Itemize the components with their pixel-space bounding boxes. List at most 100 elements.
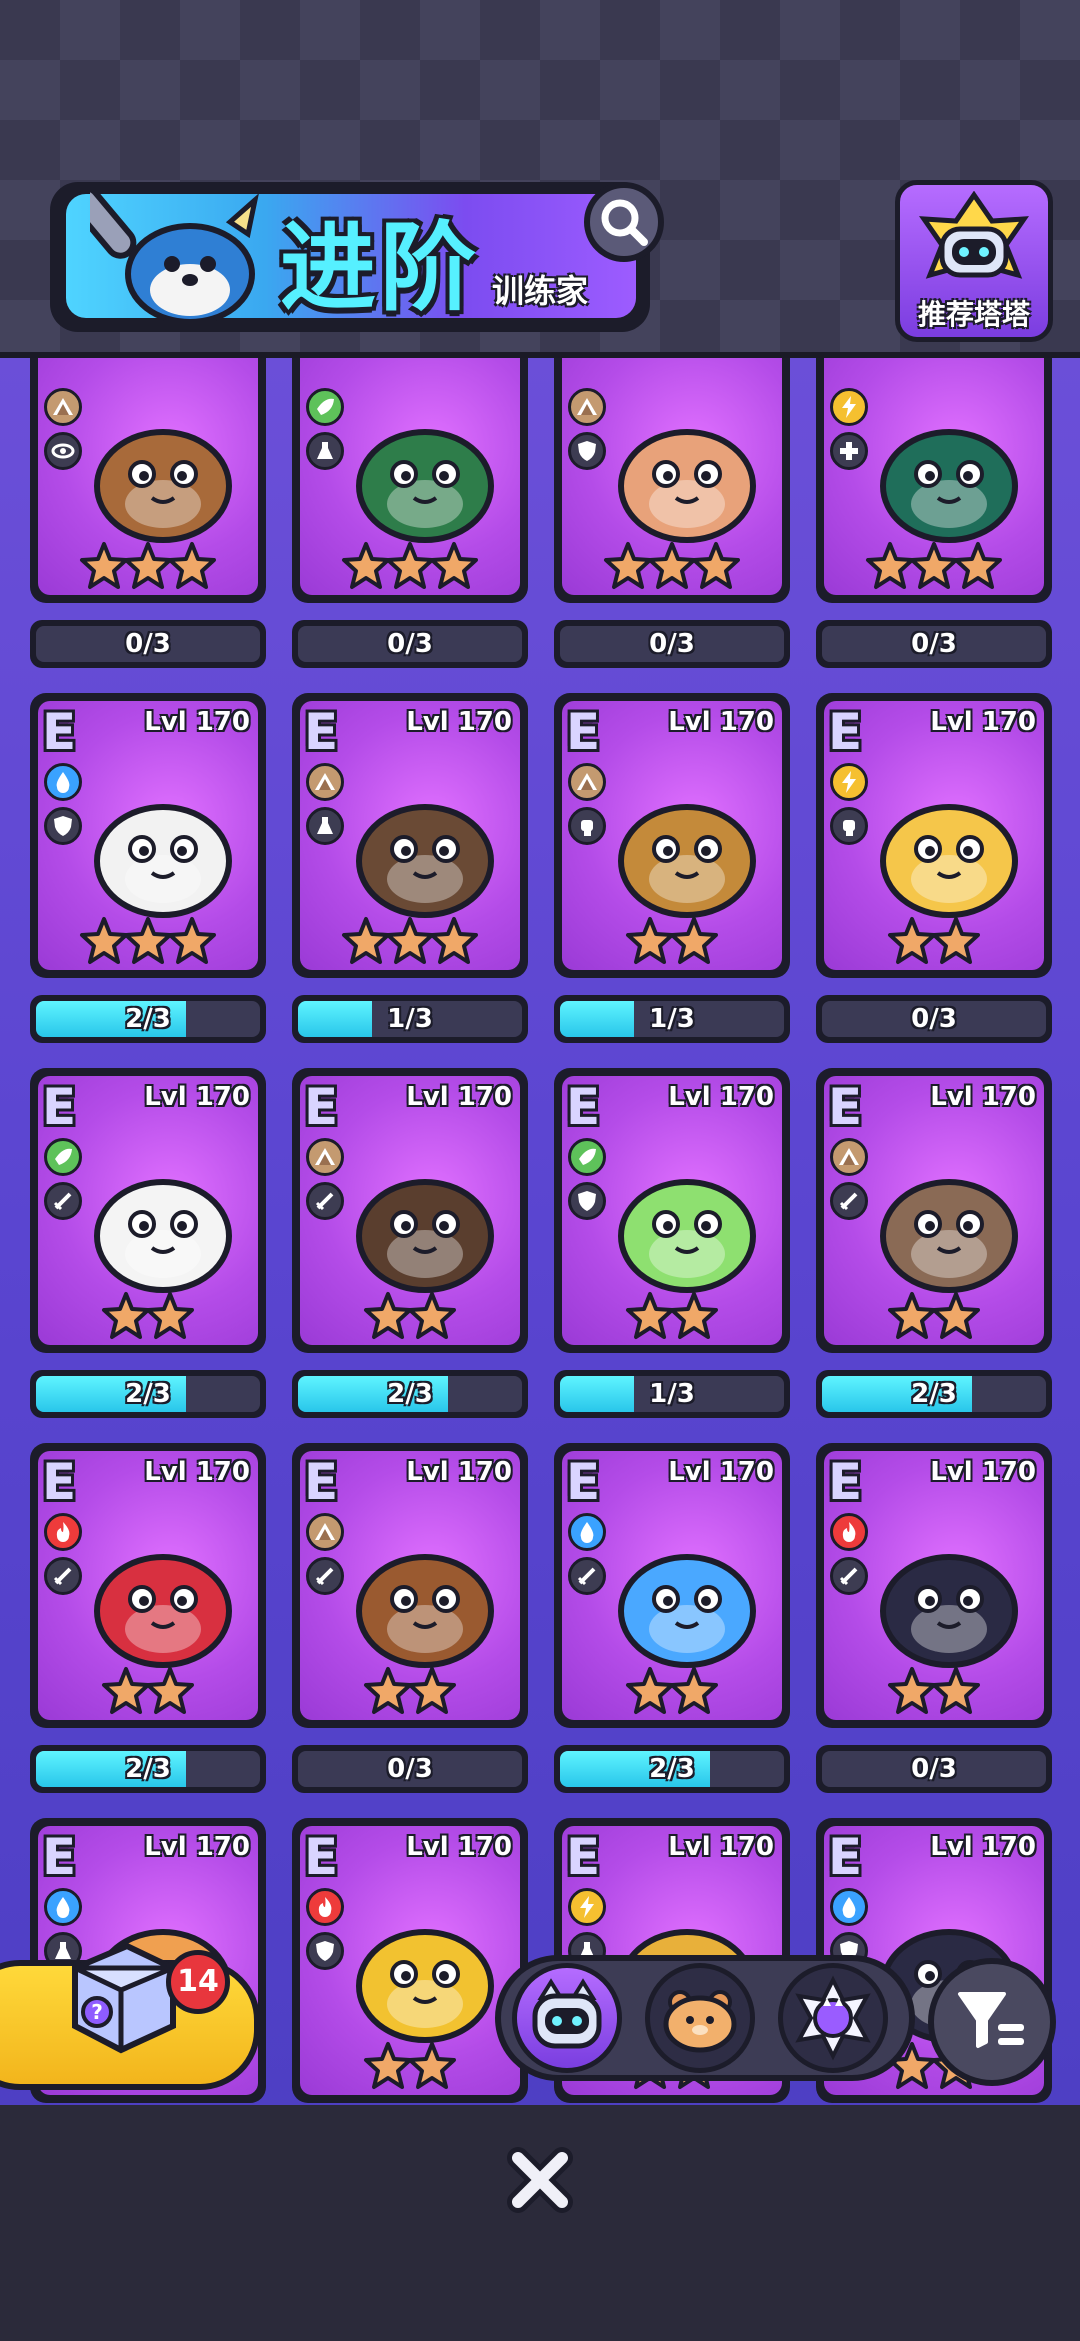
creature-card[interactable]: E Lvl 170 — [292, 693, 528, 978]
star-icon — [932, 1292, 980, 1339]
creature-card[interactable]: E Lvl 170 — [30, 693, 266, 978]
creature-card[interactable]: E Lvl 170 — [30, 1443, 266, 1728]
fire-element-icon — [44, 1513, 82, 1551]
recommend-button[interactable]: 推荐塔塔 — [895, 180, 1053, 342]
sword-role-icon — [44, 1182, 82, 1220]
filter-tab-creatures[interactable] — [645, 1963, 755, 2073]
rank-letter: E — [304, 1078, 339, 1136]
star-rating — [562, 1291, 782, 1341]
star-icon — [670, 917, 718, 964]
star-icon — [168, 542, 216, 589]
star-icon — [648, 542, 696, 589]
progress-text: 2/3 — [649, 1754, 695, 1784]
creature-card[interactable]: E Lvl 170 — [292, 1443, 528, 1728]
star-rating — [824, 1291, 1044, 1341]
star-rating — [38, 1666, 258, 1716]
fire-element-icon — [306, 1888, 344, 1926]
star-icon — [386, 917, 434, 964]
creature-card[interactable]: E Lvl 170 — [816, 1068, 1052, 1353]
shard-progress-bar: 0/3 — [816, 620, 1052, 668]
creature-grid: 0/3 0/3 0/3 0/3 E Lvl 170 2/3 E Lvl 170 1/3 E Lvl 1… — [0, 358, 1080, 2103]
progress-text: 2/3 — [911, 1379, 957, 1409]
star-rating — [38, 916, 258, 966]
earth-element-icon — [306, 1138, 344, 1176]
creature-card[interactable] — [292, 358, 528, 603]
sword-role-icon — [306, 1557, 344, 1595]
star-rating — [824, 916, 1044, 966]
sword-role-icon — [44, 1557, 82, 1595]
page-title: 进阶 — [280, 212, 480, 324]
star-icon — [408, 2042, 456, 2089]
earth-element-icon — [568, 388, 606, 426]
card-portrait: E Lvl 170 — [300, 1451, 520, 1720]
creature-card[interactable]: E Lvl 170 — [554, 693, 790, 978]
creature-card[interactable]: E Lvl 170 — [554, 1443, 790, 1728]
sort-filter-button[interactable] — [928, 1958, 1056, 2086]
creature-card[interactable]: E Lvl 170 — [292, 1818, 528, 2103]
shard-progress-bar: 0/3 — [816, 1745, 1052, 1793]
creature-card[interactable]: E Lvl 170 — [816, 1443, 1052, 1728]
star-rating — [38, 1291, 258, 1341]
rank-letter: E — [42, 1828, 77, 1886]
creature-icon — [356, 1929, 494, 2043]
star-icon — [80, 917, 128, 964]
star-icon — [692, 542, 740, 589]
shield-role-icon — [306, 1932, 344, 1970]
level-label: Lvl 170 — [406, 707, 512, 737]
water-element-icon — [568, 1513, 606, 1551]
creature-card[interactable]: E Lvl 170 — [816, 693, 1052, 978]
star-icon — [102, 1667, 150, 1714]
creature-card[interactable] — [554, 358, 790, 603]
creature-icon — [94, 1554, 232, 1668]
leaf-element-icon — [306, 388, 344, 426]
level-label: Lvl 170 — [144, 1457, 250, 1487]
sword-role-icon — [568, 1557, 606, 1595]
shard-progress-bar: 2/3 — [30, 1745, 266, 1793]
star-rating — [300, 1291, 520, 1341]
search-button[interactable] — [584, 182, 664, 262]
star-icon — [604, 542, 652, 589]
star-rating — [300, 541, 520, 591]
rank-letter: E — [828, 1453, 863, 1511]
card-portrait: E Lvl 170 — [300, 701, 520, 970]
rank-letter: E — [566, 1078, 601, 1136]
creature-card[interactable] — [816, 358, 1052, 603]
card-portrait: E Lvl 170 — [38, 701, 258, 970]
filter-tab-crystals[interactable] — [778, 1963, 888, 2073]
recommend-label: 推荐塔塔 — [917, 298, 1030, 331]
creature-card[interactable]: E Lvl 170 — [292, 1068, 528, 1353]
robot-cat-icon — [532, 1978, 602, 2049]
star-rating — [562, 916, 782, 966]
earth-element-icon — [830, 1138, 868, 1176]
water-element-icon — [830, 1888, 868, 1926]
card-portrait — [38, 358, 258, 595]
shield-role-icon — [568, 432, 606, 470]
level-label: Lvl 170 — [930, 1832, 1036, 1862]
creature-icon — [880, 1179, 1018, 1293]
star-icon — [364, 1292, 412, 1339]
water-element-icon — [44, 763, 82, 801]
progress-text: 0/3 — [649, 629, 695, 659]
card-portrait: E Lvl 170 — [824, 701, 1044, 970]
creature-icon — [880, 429, 1018, 543]
leaf-element-icon — [568, 1138, 606, 1176]
earth-element-icon — [306, 1513, 344, 1551]
card-portrait: E Lvl 170 — [824, 1451, 1044, 1720]
star-icon — [168, 917, 216, 964]
creature-icon — [618, 1554, 756, 1668]
filter-tab-towers[interactable] — [512, 1963, 622, 2073]
close-icon[interactable] — [500, 2140, 580, 2220]
progress-text: 1/3 — [649, 1004, 695, 1034]
rank-letter: E — [304, 1453, 339, 1511]
creature-card[interactable] — [30, 358, 266, 603]
star-icon — [888, 1667, 936, 1714]
star-icon — [430, 917, 478, 964]
card-portrait: E Lvl 170 — [562, 701, 782, 970]
star-icon — [670, 1292, 718, 1339]
creature-card[interactable]: E Lvl 170 — [554, 1068, 790, 1353]
progress-text: 2/3 — [125, 1379, 171, 1409]
progress-text: 0/3 — [911, 1004, 957, 1034]
level-label: Lvl 170 — [668, 1082, 774, 1112]
header-divider — [0, 352, 1080, 358]
creature-card[interactable]: E Lvl 170 — [30, 1068, 266, 1353]
